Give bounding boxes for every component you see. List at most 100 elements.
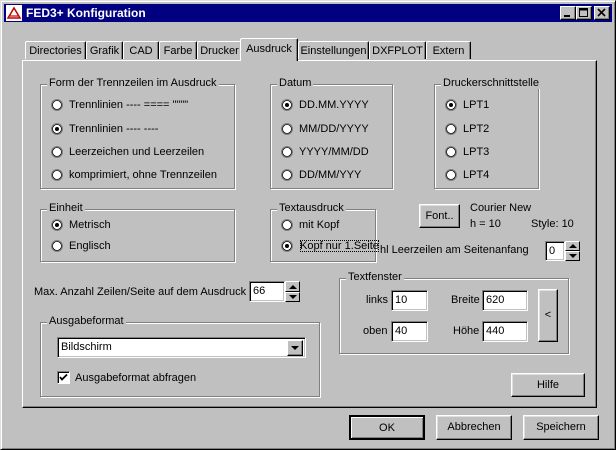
tab-einstellungen[interactable]: Einstellungen xyxy=(298,41,369,59)
ok-label: OK xyxy=(379,422,395,434)
tab-label: Einstellungen xyxy=(300,45,367,57)
tab-label: DXFPLOT xyxy=(372,45,423,57)
checkbox-label: Ausgabeformat abfragen xyxy=(75,372,197,384)
abbrechen-button[interactable]: Abbrechen xyxy=(436,415,512,440)
tab-farbe[interactable]: Farbe xyxy=(159,41,197,59)
font-style: Style: 10 xyxy=(531,218,574,230)
arrow-button-label: < xyxy=(544,309,552,321)
maximize-icon xyxy=(579,8,588,17)
radio-icon xyxy=(51,99,63,111)
spin-down-button[interactable] xyxy=(565,251,580,261)
oben-value: 40 xyxy=(395,325,408,337)
radio-label: Leerzeichen und Leerzeilen xyxy=(69,146,205,158)
ausgabeformat-value: Bildschirm xyxy=(61,341,112,353)
app-icon[interactable] xyxy=(6,5,22,21)
hilfe-button[interactable]: Hilfe xyxy=(511,373,585,397)
tab-label: Directories xyxy=(29,45,82,57)
checkmark-icon xyxy=(59,373,68,381)
leerzeilen-spinner[interactable] xyxy=(565,241,580,261)
tab-label: Ausdruck xyxy=(246,43,292,55)
font-button[interactable]: Font.. xyxy=(419,204,460,228)
zeilen-input[interactable]: 66 xyxy=(249,281,285,302)
tab-cad[interactable]: CAD xyxy=(123,41,159,59)
tab-extern[interactable]: Extern xyxy=(426,41,471,59)
spin-up-button[interactable] xyxy=(565,241,580,251)
arrow-down-icon xyxy=(569,254,577,258)
group-legend: Einheit xyxy=(47,202,85,214)
font-height: h = 10 xyxy=(470,218,501,230)
group-legend: Textfenster xyxy=(346,271,404,283)
radio-icon xyxy=(51,169,63,181)
hoehe-value: 440 xyxy=(486,325,505,337)
hilfe-label: Hilfe xyxy=(536,379,559,391)
tab-grafik[interactable]: Grafik xyxy=(86,41,123,59)
ausgabeformat-group: Ausgabeformat Bildschirm Ausgabeformat a… xyxy=(40,315,320,397)
leerzeilen-value: 0 xyxy=(549,245,556,257)
hoehe-label: Höhe xyxy=(453,325,480,337)
radio-label: Metrisch xyxy=(69,219,111,231)
datum-group: Datum DD.MM.YYYY MM/DD/YYYY YYYY/MM/DD D… xyxy=(270,77,393,189)
close-icon xyxy=(597,8,606,17)
zeilen-label: Max. Anzahl Zeilen/Seite auf dem Ausdruc… xyxy=(34,286,247,298)
radio-icon xyxy=(281,146,293,158)
minimize-icon xyxy=(564,15,570,17)
radio-selected-icon xyxy=(51,219,63,231)
tab-label: CAD xyxy=(129,45,153,57)
tab-directories[interactable]: Directories xyxy=(25,41,86,59)
ausgabeformat-select[interactable]: Bildschirm xyxy=(57,337,306,358)
textfenster-arrow-button[interactable]: < xyxy=(538,289,558,342)
radio-label: LPT1 xyxy=(463,99,490,111)
dropdown-button[interactable] xyxy=(287,340,303,356)
radio-label: komprimiert, ohne Trennzeilen xyxy=(69,169,217,181)
hoehe-input[interactable]: 440 xyxy=(482,321,528,342)
oben-input[interactable]: 40 xyxy=(391,321,428,342)
radio-label: Trennlinien ---- ---- xyxy=(69,123,159,135)
radio-label: LPT2 xyxy=(463,123,490,135)
ok-button[interactable]: OK xyxy=(349,415,425,440)
checkbox-box xyxy=(57,371,70,384)
radio-label: LPT3 xyxy=(463,146,490,158)
links-label: links xyxy=(366,294,389,306)
radio-label: DD/MM/YYY xyxy=(299,169,362,181)
trennzeilen-group: Form der Trennzeilen im Ausdruck Trennli… xyxy=(40,77,235,189)
group-legend: Textausdruck xyxy=(277,202,346,214)
zeilen-spinner[interactable] xyxy=(285,281,300,302)
spin-up-button[interactable] xyxy=(285,281,300,292)
radio-selected-icon xyxy=(445,99,457,111)
configuration-window: FED3+ Konfiguration Directories Grafik C… xyxy=(0,0,616,450)
radio-label: DD.MM.YYYY xyxy=(299,99,369,111)
links-input[interactable]: 10 xyxy=(391,290,428,311)
radio-label: Kopf nur 1.Seite xyxy=(299,240,379,252)
spin-down-button[interactable] xyxy=(285,292,300,302)
radio-icon xyxy=(281,123,293,135)
tab-drucker[interactable]: Drucker xyxy=(197,41,242,59)
radio-icon xyxy=(51,240,63,252)
zeilen-value: 66 xyxy=(253,285,266,297)
group-legend: Form der Trennzeilen im Ausdruck xyxy=(47,77,219,89)
group-legend: Druckerschnittstelle xyxy=(441,77,541,89)
title-bar[interactable]: FED3+ Konfiguration xyxy=(4,4,612,22)
tab-dxfplot[interactable]: DXFPLOT xyxy=(369,41,426,59)
minimize-button[interactable] xyxy=(560,6,576,20)
group-legend: Ausgabeformat xyxy=(47,315,126,327)
breite-value: 620 xyxy=(486,294,505,306)
close-button[interactable] xyxy=(594,6,610,20)
tab-ausdruck[interactable]: Ausdruck xyxy=(240,38,298,61)
oben-label: oben xyxy=(363,325,388,337)
radio-selected-icon xyxy=(281,240,293,252)
tab-label: Grafik xyxy=(89,45,120,57)
speichern-button[interactable]: Speichern xyxy=(523,415,599,440)
ausdruck-panel: Form der Trennzeilen im Ausdruck Trennli… xyxy=(22,60,597,408)
tab-label: Drucker xyxy=(200,45,239,57)
radio-icon xyxy=(51,146,63,158)
einheit-group: Einheit Metrisch Englisch xyxy=(40,202,235,262)
radio-icon xyxy=(281,219,293,231)
links-value: 10 xyxy=(395,294,408,306)
maximize-button[interactable] xyxy=(576,6,592,20)
arrow-up-icon xyxy=(569,244,577,248)
tab-label: Farbe xyxy=(163,45,193,57)
breite-input[interactable]: 620 xyxy=(482,290,528,311)
leerzeilen-input[interactable]: 0 xyxy=(545,241,565,261)
abbrechen-label: Abbrechen xyxy=(447,421,501,433)
arrow-up-icon xyxy=(289,285,297,289)
